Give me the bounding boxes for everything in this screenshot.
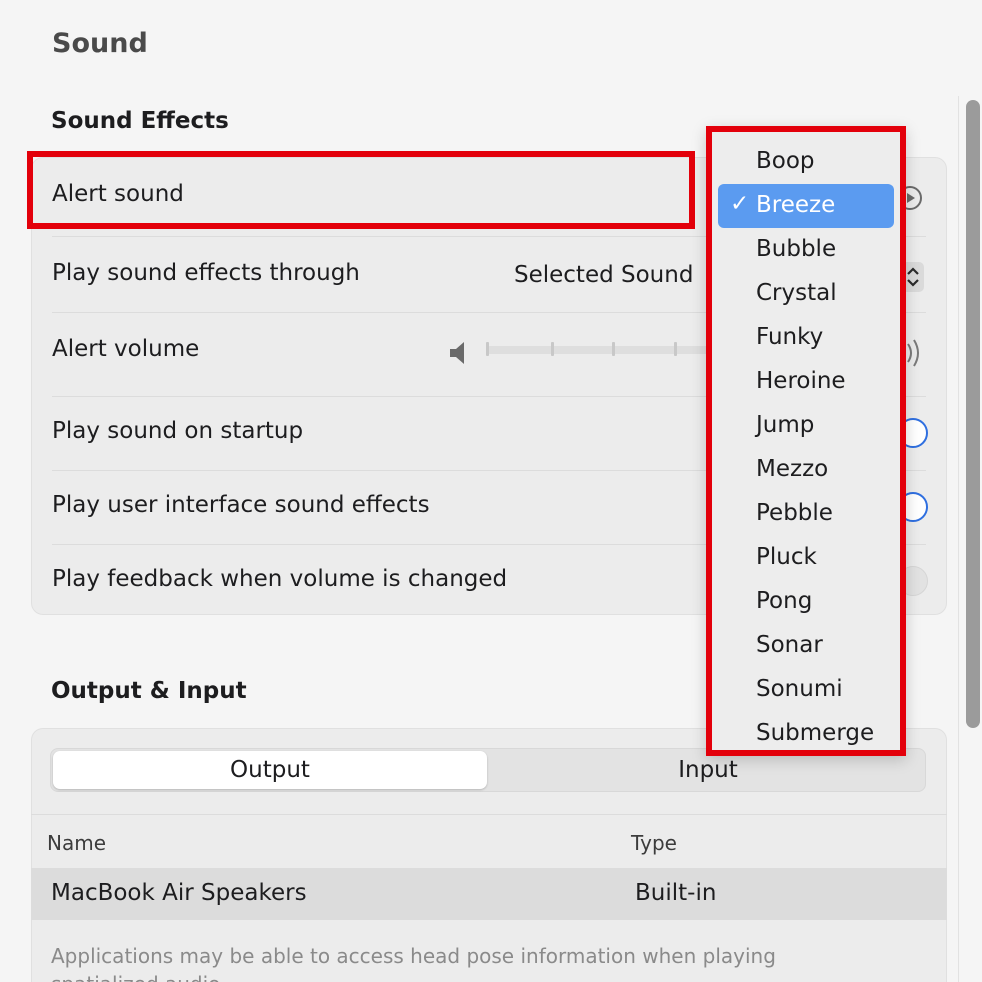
sound-settings-page: Sound Sound Effects Alert sound Play sou…	[0, 0, 982, 982]
page-title: Sound	[52, 28, 148, 59]
menu-item-pong[interactable]: Pong	[718, 580, 894, 624]
menu-item-sonar[interactable]: Sonar	[718, 624, 894, 668]
speaker-high-icon	[907, 339, 919, 367]
menu-item-bubble[interactable]: Bubble	[718, 228, 894, 272]
alert-volume-label: Alert volume	[52, 336, 200, 362]
tab-output[interactable]: Output	[53, 751, 487, 789]
menu-item-pluck[interactable]: Pluck	[718, 536, 894, 580]
menu-item-label: Mezzo	[756, 456, 829, 482]
device-type: Built-in	[635, 880, 717, 906]
scroll-gutter	[958, 96, 959, 982]
menu-item-heroine[interactable]: Heroine	[718, 360, 894, 404]
slider-tick	[551, 342, 554, 356]
ui-sound-effects-label: Play user interface sound effects	[52, 492, 430, 518]
alert-sound-menu: Boop ✓ Breeze Bubble Crystal Funky Heroine Jump…	[706, 126, 906, 756]
menu-item-label: Pong	[756, 588, 813, 614]
menu-item-funky[interactable]: Funky	[718, 316, 894, 360]
menu-item-crystal[interactable]: Crystal	[718, 272, 894, 316]
menu-item-label: Boop	[756, 148, 815, 174]
menu-item-jump[interactable]: Jump	[718, 404, 894, 448]
menu-item-sonumi[interactable]: Sonumi	[718, 668, 894, 712]
volume-feedback-label: Play feedback when volume is changed	[52, 566, 508, 592]
menu-item-label: Heroine	[756, 368, 846, 394]
speaker-low-icon	[450, 342, 464, 364]
slider-tick	[486, 342, 489, 356]
device-table-header: Name Type	[31, 814, 947, 868]
menu-item-boop[interactable]: Boop	[718, 140, 894, 184]
menu-item-label: Crystal	[756, 280, 837, 306]
vertical-scrollbar[interactable]	[966, 100, 980, 728]
menu-item-label: Bubble	[756, 236, 837, 262]
column-header-type[interactable]: Type	[631, 831, 677, 855]
checkmark-icon: ✓	[730, 191, 750, 217]
menu-item-label: Pluck	[756, 544, 817, 570]
startup-sound-label: Play sound on startup	[52, 418, 304, 444]
menu-item-label: Funky	[756, 324, 824, 350]
alert-volume-slider[interactable]	[486, 346, 726, 354]
menu-item-label: Sonumi	[756, 676, 843, 702]
alert-sound-label: Alert sound	[52, 181, 184, 207]
menu-item-label: Jump	[756, 412, 815, 438]
slider-tick	[612, 342, 615, 356]
menu-item-breeze[interactable]: ✓ Breeze	[718, 184, 894, 228]
head-pose-footnote: Applications may be able to access head …	[51, 944, 776, 982]
menu-item-submerge[interactable]: Submerge	[718, 712, 894, 756]
menu-item-label: Pebble	[756, 500, 833, 526]
menu-item-pebble[interactable]: Pebble	[718, 492, 894, 536]
output-input-heading: Output & Input	[51, 678, 247, 704]
play-through-value[interactable]: Selected Sound	[514, 262, 693, 288]
menu-item-label: Submerge	[756, 720, 875, 746]
table-row[interactable]: MacBook Air Speakers Built-in	[31, 868, 947, 920]
menu-item-mezzo[interactable]: Mezzo	[718, 448, 894, 492]
column-header-name[interactable]: Name	[47, 831, 106, 855]
device-name: MacBook Air Speakers	[51, 880, 307, 906]
play-through-label: Play sound effects through	[52, 260, 360, 286]
tab-input[interactable]: Input	[491, 751, 925, 789]
menu-item-label: Sonar	[756, 632, 823, 658]
sound-effects-heading: Sound Effects	[51, 108, 229, 134]
menu-item-label: Breeze	[756, 192, 836, 218]
slider-tick	[674, 342, 677, 356]
